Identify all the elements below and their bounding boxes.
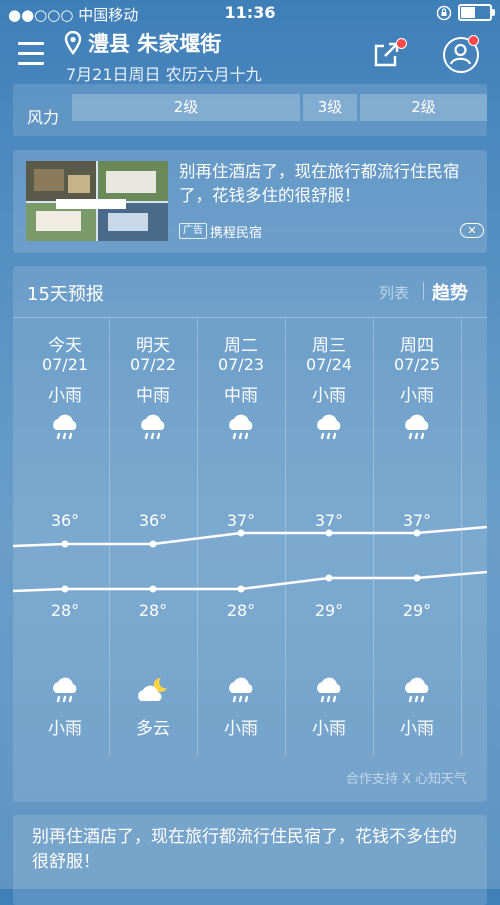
forecast-day-column[interactable]: 周四 07/25 小雨 37° 29° 小雨	[373, 318, 461, 758]
night-condition: 小雨	[48, 719, 82, 739]
high-temp: 37°	[314, 511, 344, 530]
ad-source: 携程民宿	[210, 226, 263, 241]
rain-cloud-icon	[223, 410, 259, 446]
wind-card: 风力 2级 3级 2级	[13, 84, 487, 136]
high-temp: 36°	[138, 511, 168, 530]
high-temp: 37°	[226, 511, 256, 530]
lock-rotation-icon	[436, 5, 452, 20]
profile-button[interactable]	[443, 35, 479, 73]
location-title[interactable]: 澧县 朱家堰街	[88, 28, 221, 58]
day-condition: 中雨	[136, 386, 170, 406]
column-separator	[197, 318, 198, 756]
tab-separator	[423, 282, 424, 300]
rain-cloud-icon	[47, 410, 83, 446]
low-temp: 29°	[314, 601, 344, 620]
rain-cloud-icon	[399, 410, 435, 446]
day-condition: 小雨	[48, 386, 82, 406]
forecast-title: 15天预报	[27, 284, 104, 305]
ad-card-bottom[interactable]: 别再住酒店了，现在旅行都流行住民宿了，花钱不多住的很舒服！	[13, 815, 487, 905]
high-temp: 36°	[50, 511, 80, 530]
location-pin-icon	[64, 31, 82, 55]
night-condition: 小雨	[224, 719, 258, 739]
day-condition: 小雨	[400, 386, 434, 406]
column-separator	[285, 318, 286, 756]
day-name: 明天	[136, 336, 170, 356]
night-condition: 多云	[136, 719, 170, 739]
day-date: 07/21	[41, 355, 89, 374]
day-date: 07/25	[393, 355, 441, 374]
status-bar: ●●○○○ 中国移动 11:36	[0, 0, 500, 28]
night-condition: 小雨	[312, 719, 346, 739]
forecast-day-column[interactable]: 周三 07/24 小雨 37° 29° 小雨	[285, 318, 373, 758]
app-header: 澧县 朱家堰街 7月21日周日 农历六月十九	[0, 28, 500, 90]
column-separator	[461, 318, 462, 756]
day-name: 周四	[400, 336, 434, 356]
night-condition: 小雨	[400, 719, 434, 739]
date-lunar-line: 7月21日周日 农历六月十九	[66, 65, 262, 84]
rain-cloud-icon	[223, 673, 259, 709]
wind-level-bar: 2级	[360, 94, 487, 121]
clock: 11:36	[224, 3, 276, 22]
tab-list[interactable]: 列表	[379, 282, 409, 303]
rain-cloud-icon	[135, 410, 171, 446]
ad-text[interactable]: 别再住酒店了，现在旅行都流行住民宿了，花钱多住的很舒服！	[179, 160, 474, 208]
rain-cloud-icon	[311, 410, 347, 446]
menu-icon[interactable]	[18, 42, 44, 65]
day-name: 周三	[312, 336, 346, 356]
wind-level-bar: 2级	[72, 94, 300, 121]
rain-cloud-icon	[47, 673, 83, 709]
wind-level-bar: 3级	[303, 94, 357, 121]
day-condition: 小雨	[312, 386, 346, 406]
ad-card[interactable]: 别再住酒店了，现在旅行都流行住民宿了，花钱多住的很舒服！ 广告 携程民宿 ✕	[13, 150, 487, 253]
battery-icon	[458, 4, 495, 21]
day-date: 07/23	[217, 355, 265, 374]
day-date: 07/24	[305, 355, 353, 374]
ad-image[interactable]	[26, 161, 168, 241]
rain-cloud-icon	[399, 673, 435, 709]
forecast-day-column[interactable]: 今天 07/21 小雨 36° 28° 小雨	[21, 318, 109, 758]
rain-cloud-icon	[311, 673, 347, 709]
low-temp: 29°	[402, 601, 432, 620]
moon-cloud-icon	[135, 673, 171, 709]
column-separator	[109, 318, 110, 756]
status-icons	[436, 4, 495, 21]
ad-close-button[interactable]: ✕	[460, 223, 484, 238]
forecast-day-column[interactable]: 周二 07/23 中雨 37° 28° 小雨	[197, 318, 285, 758]
low-temp: 28°	[138, 601, 168, 620]
wind-label: 风力	[27, 108, 60, 127]
day-date: 07/22	[129, 355, 177, 374]
high-temp: 37°	[402, 511, 432, 530]
low-temp: 28°	[226, 601, 256, 620]
data-credit: 合作支持 X 心知天气	[345, 772, 467, 787]
day-name: 周二	[224, 336, 258, 356]
ad-text[interactable]: 别再住酒店了，现在旅行都流行住民宿了，花钱不多住的很舒服！	[32, 825, 472, 875]
column-separator	[373, 318, 374, 756]
notification-dot	[396, 38, 407, 49]
day-condition: 中雨	[224, 386, 258, 406]
forecast-card: 15天预报 列表 趋势 今天 07/21 小雨 36° 28° 小雨 明天 07/22 中雨 36…	[13, 266, 487, 802]
tab-trend[interactable]: 趋势	[432, 279, 468, 305]
day-name: 今天	[48, 336, 82, 356]
forecast-day-column[interactable]: 明天 07/22 中雨 36° 28° 多云	[109, 318, 197, 758]
share-button[interactable]	[372, 38, 407, 68]
ad-badge: 广告	[179, 223, 207, 239]
low-temp: 28°	[50, 601, 80, 620]
notification-dot	[468, 35, 479, 46]
